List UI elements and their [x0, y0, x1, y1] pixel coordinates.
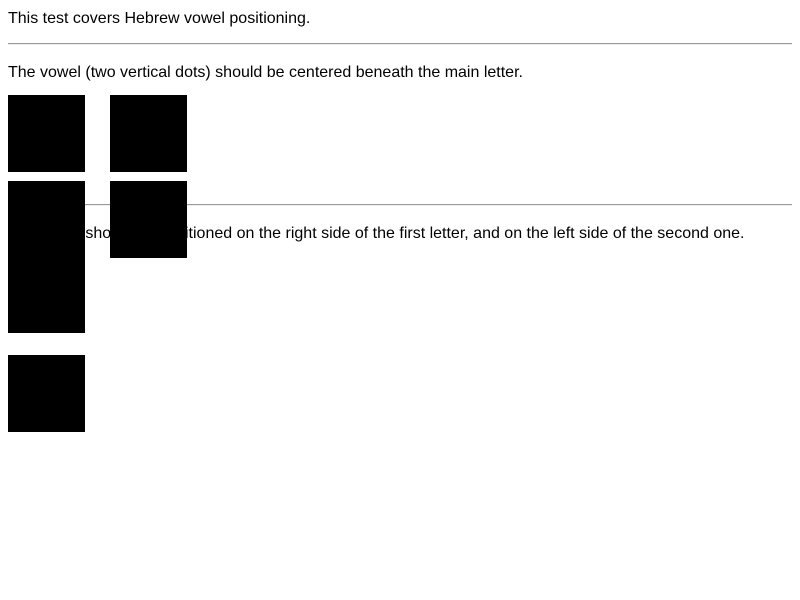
section1-description: The vowel (two vertical dots) should be … — [8, 64, 523, 81]
hebrew-letter-glyph — [110, 95, 187, 172]
hebrew-letter-glyph — [110, 181, 187, 258]
divider-top — [8, 43, 792, 45]
hebrew-letter-glyph — [8, 256, 85, 333]
hebrew-letter-glyph — [8, 181, 85, 258]
hebrew-letter-glyph — [8, 355, 85, 432]
hebrew-letter-glyph — [8, 95, 85, 172]
intro-text: This test covers Hebrew vowel positionin… — [8, 10, 311, 27]
